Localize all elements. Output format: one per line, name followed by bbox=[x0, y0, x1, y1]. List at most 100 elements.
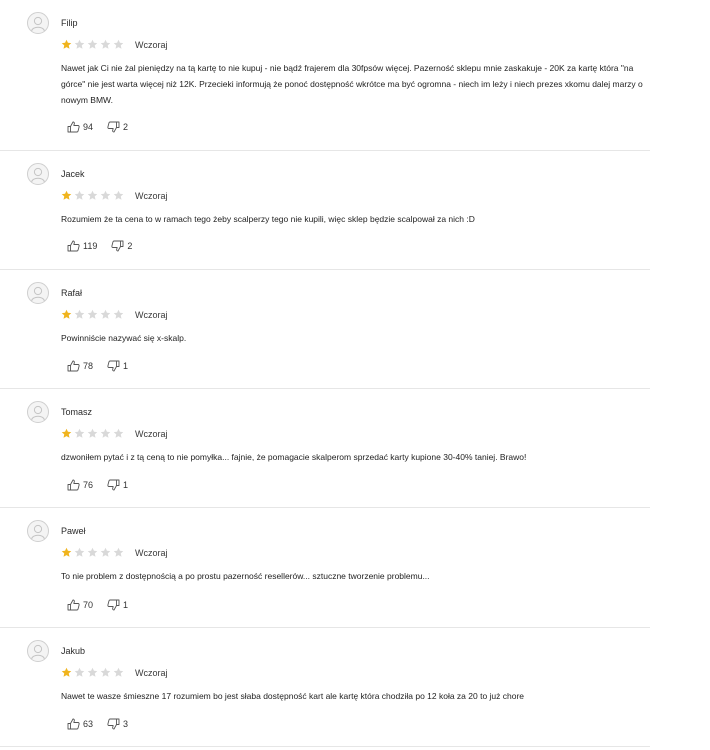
star-icon bbox=[100, 190, 111, 200]
star-icon bbox=[61, 190, 72, 200]
review-item: Jakub Wczoraj Nawet te wasze śmieszne 17… bbox=[0, 628, 650, 747]
star-icon bbox=[74, 547, 85, 557]
review-votes: 119 2 bbox=[67, 239, 132, 253]
review-text: dzwoniłem pytać i z tą ceną to nie pomył… bbox=[61, 452, 527, 462]
user-avatar-icon bbox=[27, 12, 49, 34]
review-author: Jacek bbox=[61, 169, 85, 179]
user-avatar-icon bbox=[27, 163, 49, 185]
upvote-button[interactable]: 70 bbox=[67, 599, 93, 611]
downvote-count: 3 bbox=[123, 719, 129, 729]
upvote-button[interactable]: 63 bbox=[67, 718, 93, 730]
downvote-button[interactable]: 3 bbox=[107, 718, 128, 730]
review-item: Tomasz Wczoraj dzwoniłem pytać i z tą ce… bbox=[0, 389, 650, 508]
thumbs-up-icon bbox=[67, 240, 80, 252]
review-text: To nie problem z dostępnością a po prost… bbox=[61, 571, 430, 581]
thumbs-up-icon bbox=[67, 599, 80, 611]
reviews-list: Filip Wczoraj Nawet jak Ci nie żal pieni… bbox=[0, 0, 710, 750]
user-avatar-icon bbox=[27, 520, 49, 542]
thumbs-up-icon bbox=[67, 360, 80, 372]
star-icon bbox=[61, 39, 72, 49]
review-votes: 94 2 bbox=[67, 120, 128, 134]
review-author: Tomasz bbox=[61, 407, 93, 417]
review-votes: 76 1 bbox=[67, 478, 128, 492]
review-item: Filip Wczoraj Nawet jak Ci nie żal pieni… bbox=[0, 0, 650, 151]
review-item: Rafał Wczoraj Powinniście nazywać się x-… bbox=[0, 270, 650, 389]
star-icon bbox=[61, 309, 72, 319]
star-icon bbox=[87, 39, 98, 49]
thumbs-down-icon bbox=[107, 599, 120, 611]
review-date: Wczoraj bbox=[135, 310, 168, 320]
star-icon bbox=[87, 190, 98, 200]
star-icon bbox=[113, 190, 124, 200]
upvote-count: 63 bbox=[83, 719, 94, 729]
review-date: Wczoraj bbox=[135, 40, 168, 50]
upvote-count: 94 bbox=[83, 122, 94, 132]
review-text: Nawet te wasze śmieszne 17 rozumiem bo j… bbox=[61, 691, 525, 701]
review-date: Wczoraj bbox=[135, 668, 168, 678]
review-author: Jakub bbox=[61, 646, 86, 656]
upvote-button[interactable]: 119 bbox=[67, 240, 97, 252]
downvote-button[interactable]: 1 bbox=[107, 599, 128, 611]
star-icon bbox=[61, 547, 72, 557]
review-text: Nawet jak Ci nie żal pieniędzy na tą kar… bbox=[61, 63, 643, 105]
thumbs-up-icon bbox=[67, 479, 80, 491]
star-icon bbox=[74, 309, 85, 319]
downvote-button[interactable]: 1 bbox=[107, 360, 128, 372]
upvote-button[interactable]: 76 bbox=[67, 479, 93, 491]
star-icon bbox=[74, 190, 85, 200]
review-item: Jacek Wczoraj Rozumiem że ta cena to w r… bbox=[0, 151, 650, 270]
review-votes: 63 3 bbox=[67, 717, 128, 731]
star-icon bbox=[61, 667, 72, 677]
thumbs-down-icon bbox=[107, 121, 120, 133]
upvote-count: 78 bbox=[83, 361, 94, 371]
star-rating bbox=[61, 547, 126, 558]
star-rating bbox=[61, 428, 126, 439]
star-icon bbox=[113, 428, 124, 438]
star-icon bbox=[113, 309, 124, 319]
thumbs-down-icon bbox=[111, 240, 124, 252]
downvote-count: 2 bbox=[127, 241, 133, 251]
review-date: Wczoraj bbox=[135, 429, 168, 439]
star-rating bbox=[61, 39, 126, 50]
upvote-count: 76 bbox=[83, 480, 94, 490]
review-item: Paweł Wczoraj To nie problem z dostępnoś… bbox=[0, 508, 650, 628]
upvote-count: 119 bbox=[83, 241, 98, 251]
star-icon bbox=[113, 39, 124, 49]
upvote-button[interactable]: 94 bbox=[67, 121, 93, 133]
downvote-button[interactable]: 1 bbox=[107, 479, 128, 491]
user-avatar-icon bbox=[27, 282, 49, 304]
star-icon bbox=[61, 428, 72, 438]
star-icon bbox=[100, 428, 111, 438]
star-icon bbox=[100, 667, 111, 677]
star-rating bbox=[61, 667, 126, 678]
thumbs-down-icon bbox=[107, 479, 120, 491]
thumbs-up-icon bbox=[67, 718, 80, 730]
upvote-button[interactable]: 78 bbox=[67, 360, 93, 372]
review-text: Rozumiem że ta cena to w ramach tego żeb… bbox=[61, 214, 475, 224]
star-icon bbox=[74, 667, 85, 677]
review-date: Wczoraj bbox=[135, 191, 168, 201]
review-author: Paweł bbox=[61, 526, 86, 536]
star-icon bbox=[74, 39, 85, 49]
review-votes: 70 1 bbox=[67, 598, 128, 612]
review-author: Rafał bbox=[61, 288, 83, 298]
star-rating bbox=[61, 190, 126, 201]
star-icon bbox=[87, 667, 98, 677]
upvote-count: 70 bbox=[83, 600, 94, 610]
star-rating bbox=[61, 309, 126, 320]
star-icon bbox=[74, 428, 85, 438]
star-icon bbox=[113, 547, 124, 557]
downvote-count: 2 bbox=[123, 122, 129, 132]
downvote-button[interactable]: 2 bbox=[107, 121, 128, 133]
downvote-count: 1 bbox=[123, 480, 129, 490]
review-votes: 78 1 bbox=[67, 359, 128, 373]
downvote-button[interactable]: 2 bbox=[111, 240, 132, 252]
review-author: Filip bbox=[61, 18, 78, 28]
user-avatar-icon bbox=[27, 640, 49, 662]
star-icon bbox=[87, 428, 98, 438]
star-icon bbox=[100, 309, 111, 319]
star-icon bbox=[87, 309, 98, 319]
star-icon bbox=[113, 667, 124, 677]
star-icon bbox=[87, 547, 98, 557]
downvote-count: 1 bbox=[123, 600, 129, 610]
